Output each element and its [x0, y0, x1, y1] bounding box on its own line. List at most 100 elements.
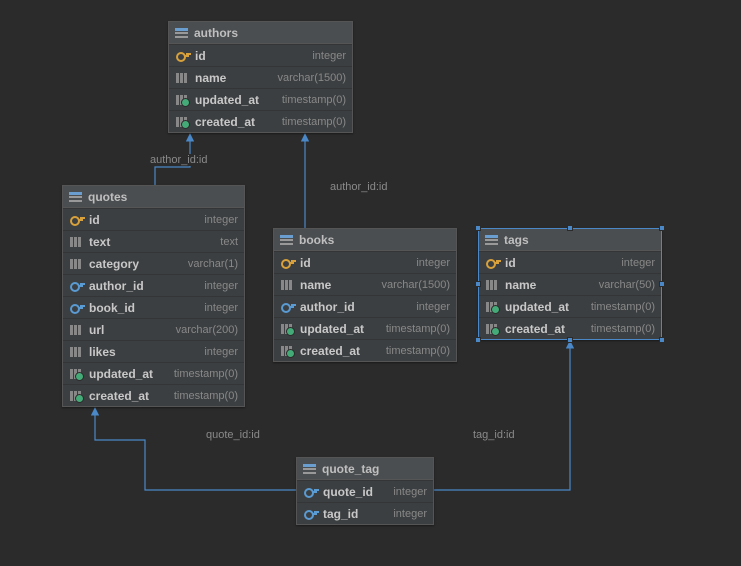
column-name: book_id	[89, 301, 198, 315]
column-row[interactable]: namevarchar(1500)	[169, 66, 352, 88]
foreign-key-icon	[280, 301, 294, 313]
column-type: integer	[204, 346, 238, 358]
resize-handle-e[interactable]	[659, 281, 665, 287]
column-type: timestamp(0)	[282, 116, 346, 128]
column-icon	[280, 280, 294, 290]
table-authors[interactable]: authors id integer namevarchar(1500) upda…	[168, 21, 353, 133]
timestamp-column-icon	[69, 369, 83, 379]
table-header[interactable]: tags	[479, 229, 661, 251]
column-row[interactable]: updated_attimestamp(0)	[479, 295, 661, 317]
table-icon	[175, 28, 188, 38]
primary-key-icon	[69, 214, 83, 226]
table-icon	[280, 235, 293, 245]
column-row[interactable]: texttext	[63, 230, 244, 252]
timestamp-column-icon	[485, 302, 499, 312]
column-type: timestamp(0)	[386, 323, 450, 335]
column-type: varchar(1500)	[382, 279, 450, 291]
resize-handle-ne[interactable]	[659, 225, 665, 231]
column-icon	[69, 325, 83, 335]
column-row[interactable]: idinteger	[274, 251, 456, 273]
foreign-key-icon	[303, 508, 317, 520]
primary-key-icon	[485, 257, 499, 269]
column-row[interactable]: urlvarchar(200)	[63, 318, 244, 340]
column-type: timestamp(0)	[174, 368, 238, 380]
timestamp-column-icon	[485, 324, 499, 334]
table-header[interactable]: quotes	[63, 186, 244, 208]
table-title: authors	[194, 26, 238, 40]
column-row[interactable]: created_at timestamp(0)	[479, 317, 661, 339]
column-name: id	[89, 213, 198, 227]
relation-label: author_id:id	[328, 181, 390, 193]
timestamp-column-icon	[280, 346, 294, 356]
resize-handle-nw[interactable]	[475, 225, 481, 231]
resize-handle-w[interactable]	[475, 281, 481, 287]
table-title: quote_tag	[322, 462, 379, 476]
column-name: author_id	[300, 300, 410, 314]
column-name: created_at	[505, 322, 585, 336]
table-books[interactable]: books idinteger name varchar(1500) author…	[273, 228, 457, 362]
column-row[interactable]: idinteger	[479, 251, 661, 273]
column-row[interactable]: book_idinteger	[63, 296, 244, 318]
table-header[interactable]: books	[274, 229, 456, 251]
column-row[interactable]: author_idinteger	[63, 274, 244, 296]
column-icon	[485, 280, 499, 290]
table-tags[interactable]: tags idinteger namevarchar(50) updated_a…	[478, 228, 662, 340]
primary-key-icon	[280, 257, 294, 269]
table-quote-tag[interactable]: quote_tag quote_idinteger tag_idinteger	[296, 457, 434, 525]
resize-handle-s[interactable]	[567, 337, 573, 343]
column-name: url	[89, 323, 170, 337]
column-row[interactable]: created_attimestamp(0)	[63, 384, 244, 406]
column-row[interactable]: author_idinteger	[274, 295, 456, 317]
table-title: tags	[504, 233, 529, 247]
column-type: timestamp(0)	[174, 390, 238, 402]
column-type: integer	[312, 50, 346, 62]
column-icon	[175, 73, 189, 83]
column-type: timestamp(0)	[386, 345, 450, 357]
resize-handle-n[interactable]	[567, 225, 573, 231]
timestamp-column-icon	[175, 117, 189, 127]
column-row[interactable]: name varchar(1500)	[274, 273, 456, 295]
relation-label: author_id:id	[148, 154, 210, 166]
table-title: quotes	[88, 190, 127, 204]
column-type: timestamp(0)	[591, 323, 655, 335]
column-type: timestamp(0)	[591, 301, 655, 313]
column-name: updated_at	[89, 367, 168, 381]
column-row[interactable]: updated_at timestamp(0)	[169, 88, 352, 110]
column-name: name	[300, 278, 376, 292]
column-name: created_at	[300, 344, 380, 358]
table-header[interactable]: quote_tag	[297, 458, 433, 480]
timestamp-column-icon	[69, 391, 83, 401]
column-row[interactable]: tag_idinteger	[297, 502, 433, 524]
column-row[interactable]: updated_attimestamp(0)	[274, 317, 456, 339]
column-row[interactable]: updated_at timestamp(0)	[63, 362, 244, 384]
column-name: created_at	[195, 115, 276, 129]
column-type: integer	[204, 214, 238, 226]
column-type: integer	[621, 257, 655, 269]
column-row[interactable]: id integer	[63, 208, 244, 230]
timestamp-column-icon	[175, 95, 189, 105]
resize-handle-se[interactable]	[659, 337, 665, 343]
column-row[interactable]: created_at timestamp(0)	[169, 110, 352, 132]
column-row[interactable]: created_at timestamp(0)	[274, 339, 456, 361]
table-title: books	[299, 233, 334, 247]
column-name: id	[300, 256, 410, 270]
column-name: updated_at	[195, 93, 276, 107]
column-row[interactable]: quote_idinteger	[297, 480, 433, 502]
primary-key-icon	[175, 50, 189, 62]
column-name: name	[505, 278, 593, 292]
resize-handle-sw[interactable]	[475, 337, 481, 343]
table-quotes[interactable]: quotes id integer texttext categoryvarcha…	[62, 185, 245, 407]
column-type: integer	[204, 280, 238, 292]
column-type: varchar(1)	[188, 258, 238, 270]
column-name: id	[195, 49, 306, 63]
column-row[interactable]: likesinteger	[63, 340, 244, 362]
foreign-key-icon	[69, 302, 83, 314]
column-row[interactable]: id integer	[169, 44, 352, 66]
table-header[interactable]: authors	[169, 22, 352, 44]
column-type: timestamp(0)	[282, 94, 346, 106]
foreign-key-icon	[303, 486, 317, 498]
column-row[interactable]: categoryvarchar(1)	[63, 252, 244, 274]
column-row[interactable]: namevarchar(50)	[479, 273, 661, 295]
column-icon	[69, 259, 83, 269]
column-type: integer	[393, 486, 427, 498]
